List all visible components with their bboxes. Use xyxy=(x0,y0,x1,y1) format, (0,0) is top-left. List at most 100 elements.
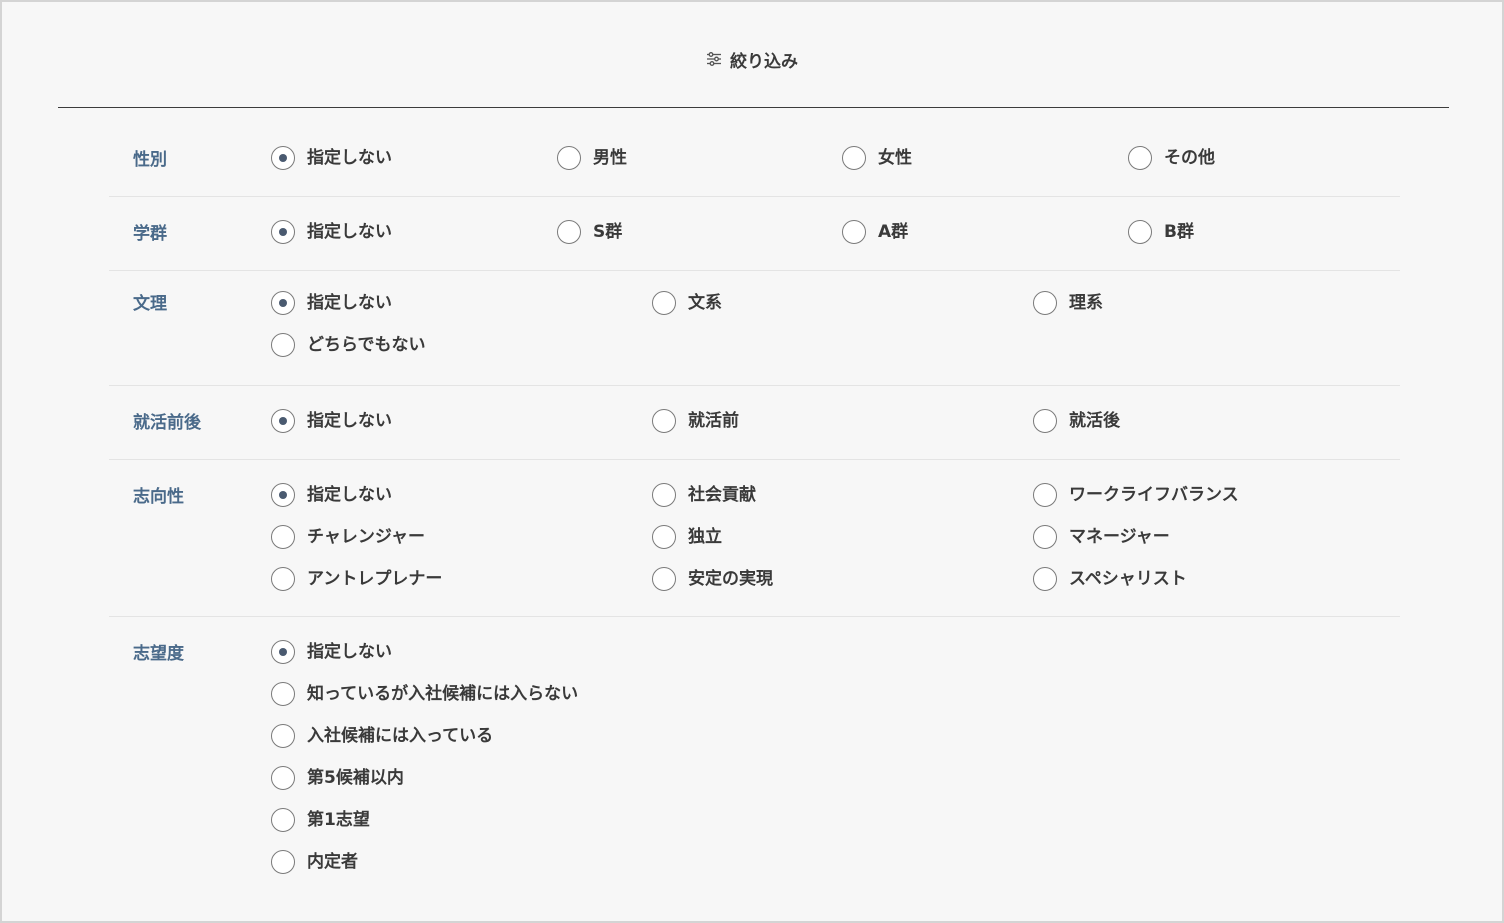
radio-option-label: どちらでもない xyxy=(307,335,426,355)
radio-option[interactable]: 内定者 xyxy=(271,850,358,874)
radio-unchecked-icon[interactable] xyxy=(652,525,676,549)
radio-unchecked-icon[interactable] xyxy=(652,483,676,507)
radio-unchecked-icon[interactable] xyxy=(1033,409,1057,433)
radio-option[interactable]: 男性 xyxy=(557,146,627,170)
radio-unchecked-icon[interactable] xyxy=(1128,220,1152,244)
radio-unchecked-icon[interactable] xyxy=(1033,483,1057,507)
radio-option-label: その他 xyxy=(1164,148,1215,168)
radio-option[interactable]: 社会貢献 xyxy=(652,483,756,507)
radio-checked-icon[interactable] xyxy=(271,640,295,664)
radio-unchecked-icon[interactable] xyxy=(652,567,676,591)
radio-option[interactable]: 文系 xyxy=(652,291,722,315)
radio-unchecked-icon[interactable] xyxy=(271,333,295,357)
radio-option[interactable]: 指定しない xyxy=(271,146,392,170)
radio-unchecked-icon[interactable] xyxy=(271,567,295,591)
radio-option[interactable]: マネージャー xyxy=(1033,525,1170,549)
radio-option[interactable]: A群 xyxy=(842,220,908,244)
radio-unchecked-icon[interactable] xyxy=(842,146,866,170)
radio-option-label: 女性 xyxy=(878,148,912,168)
radio-option-label: S群 xyxy=(593,222,623,242)
radio-option[interactable]: 第1志望 xyxy=(271,808,370,832)
filter-panel: 絞り込み 性別 指定しない 男性 女性 その他 学群 指定しない S群 A群 B群 文理 指定しない文… xyxy=(0,0,1504,923)
radio-option-label: 指定しない xyxy=(307,148,392,168)
radio-option-label: 就活後 xyxy=(1069,411,1120,431)
radio-option-label: 知っているが入社候補には入らない xyxy=(307,684,579,704)
radio-unchecked-icon[interactable] xyxy=(271,682,295,706)
radio-option[interactable]: 知っているが入社候補には入らない xyxy=(271,682,578,706)
radio-option[interactable]: 入社候補には入っている xyxy=(271,724,493,748)
radio-option[interactable]: 就活前 xyxy=(652,409,739,433)
radio-checked-icon[interactable] xyxy=(271,409,295,433)
radio-option-label: ワークライフバランス xyxy=(1069,485,1239,505)
filter-row: 就活前後 指定しない 就活前 就活後 xyxy=(109,386,1400,460)
radio-option[interactable]: S群 xyxy=(557,220,622,244)
radio-option[interactable]: 指定しない xyxy=(271,640,392,664)
radio-unchecked-icon[interactable] xyxy=(1033,525,1057,549)
sliders-icon xyxy=(706,51,722,67)
radio-option[interactable]: その他 xyxy=(1128,146,1215,170)
radio-option[interactable]: 独立 xyxy=(652,525,722,549)
radio-option-label: 入社候補には入っている xyxy=(307,726,494,746)
row-label: 就活前後 xyxy=(133,413,201,433)
radio-unchecked-icon[interactable] xyxy=(557,146,581,170)
filter-row: 志向性 指定しない 社会貢献 ワークライフバランス チャレンジャー 独立 マネージャー アント… xyxy=(109,460,1400,617)
radio-option[interactable]: 指定しない xyxy=(271,291,392,315)
radio-option-label: 指定しない xyxy=(307,293,392,313)
radio-option-label: 指定しない xyxy=(307,642,392,662)
radio-option-label: 安定の実現 xyxy=(688,569,773,589)
radio-option[interactable]: 指定しない xyxy=(271,409,392,433)
radio-unchecked-icon[interactable] xyxy=(652,409,676,433)
radio-option[interactable]: 就活後 xyxy=(1033,409,1120,433)
radio-option-label: 指定しない xyxy=(307,411,392,431)
radio-option[interactable]: ワークライフバランス xyxy=(1033,483,1239,507)
radio-option-label: チャレンジャー xyxy=(307,527,425,547)
radio-option-label: 指定しない xyxy=(307,485,392,505)
radio-option[interactable]: 女性 xyxy=(842,146,912,170)
radio-unchecked-icon[interactable] xyxy=(271,724,295,748)
radio-option-label: 文系 xyxy=(688,293,722,313)
radio-unchecked-icon[interactable] xyxy=(271,766,295,790)
radio-unchecked-icon[interactable] xyxy=(557,220,581,244)
filter-title: 絞り込み xyxy=(730,51,798,72)
radio-option-label: アントレプレナー xyxy=(307,569,443,589)
radio-option[interactable]: どちらでもない xyxy=(271,333,426,357)
filter-row: 学群 指定しない S群 A群 B群 xyxy=(109,197,1400,271)
radio-option-label: 第5候補以内 xyxy=(307,768,404,788)
header-divider xyxy=(58,107,1449,108)
radio-unchecked-icon[interactable] xyxy=(1033,567,1057,591)
radio-checked-icon[interactable] xyxy=(271,146,295,170)
radio-unchecked-icon[interactable] xyxy=(1128,146,1152,170)
radio-option[interactable]: B群 xyxy=(1128,220,1194,244)
radio-option[interactable]: 第5候補以内 xyxy=(271,766,404,790)
filter-row: 性別 指定しない 男性 女性 その他 xyxy=(109,123,1400,197)
radio-option-label: 男性 xyxy=(593,148,627,168)
radio-checked-icon[interactable] xyxy=(271,483,295,507)
radio-option[interactable]: 指定しない xyxy=(271,220,392,244)
radio-unchecked-icon[interactable] xyxy=(271,850,295,874)
row-label: 志望度 xyxy=(133,644,184,664)
filter-header: 絞り込み xyxy=(2,42,1502,76)
radio-option-label: B群 xyxy=(1164,222,1194,242)
radio-option-label: 理系 xyxy=(1069,293,1103,313)
radio-option-label: マネージャー xyxy=(1069,527,1170,547)
radio-unchecked-icon[interactable] xyxy=(271,525,295,549)
radio-option[interactable]: スペシャリスト xyxy=(1033,567,1187,591)
radio-unchecked-icon[interactable] xyxy=(842,220,866,244)
radio-option-label: A群 xyxy=(878,222,909,242)
filter-row: 志望度 指定しない知っているが入社候補には入らない 入社候補には入っている 第5候補以… xyxy=(109,617,1400,887)
radio-option-label: 内定者 xyxy=(307,852,358,872)
filter-rows: 性別 指定しない 男性 女性 その他 学群 指定しない S群 A群 B群 文理 指定しない 文系 理系 どち… xyxy=(109,123,1400,887)
radio-option[interactable]: 理系 xyxy=(1033,291,1103,315)
radio-option[interactable]: アントレプレナー xyxy=(271,567,442,591)
radio-option-label: 社会貢献 xyxy=(688,485,756,505)
radio-checked-icon[interactable] xyxy=(271,291,295,315)
radio-option[interactable]: 指定しない xyxy=(271,483,392,507)
radio-option-label: 独立 xyxy=(688,527,722,547)
radio-unchecked-icon[interactable] xyxy=(652,291,676,315)
radio-checked-icon[interactable] xyxy=(271,220,295,244)
radio-unchecked-icon[interactable] xyxy=(1033,291,1057,315)
row-label: 学群 xyxy=(133,224,167,244)
radio-option[interactable]: 安定の実現 xyxy=(652,567,773,591)
radio-unchecked-icon[interactable] xyxy=(271,808,295,832)
radio-option[interactable]: チャレンジャー xyxy=(271,525,425,549)
